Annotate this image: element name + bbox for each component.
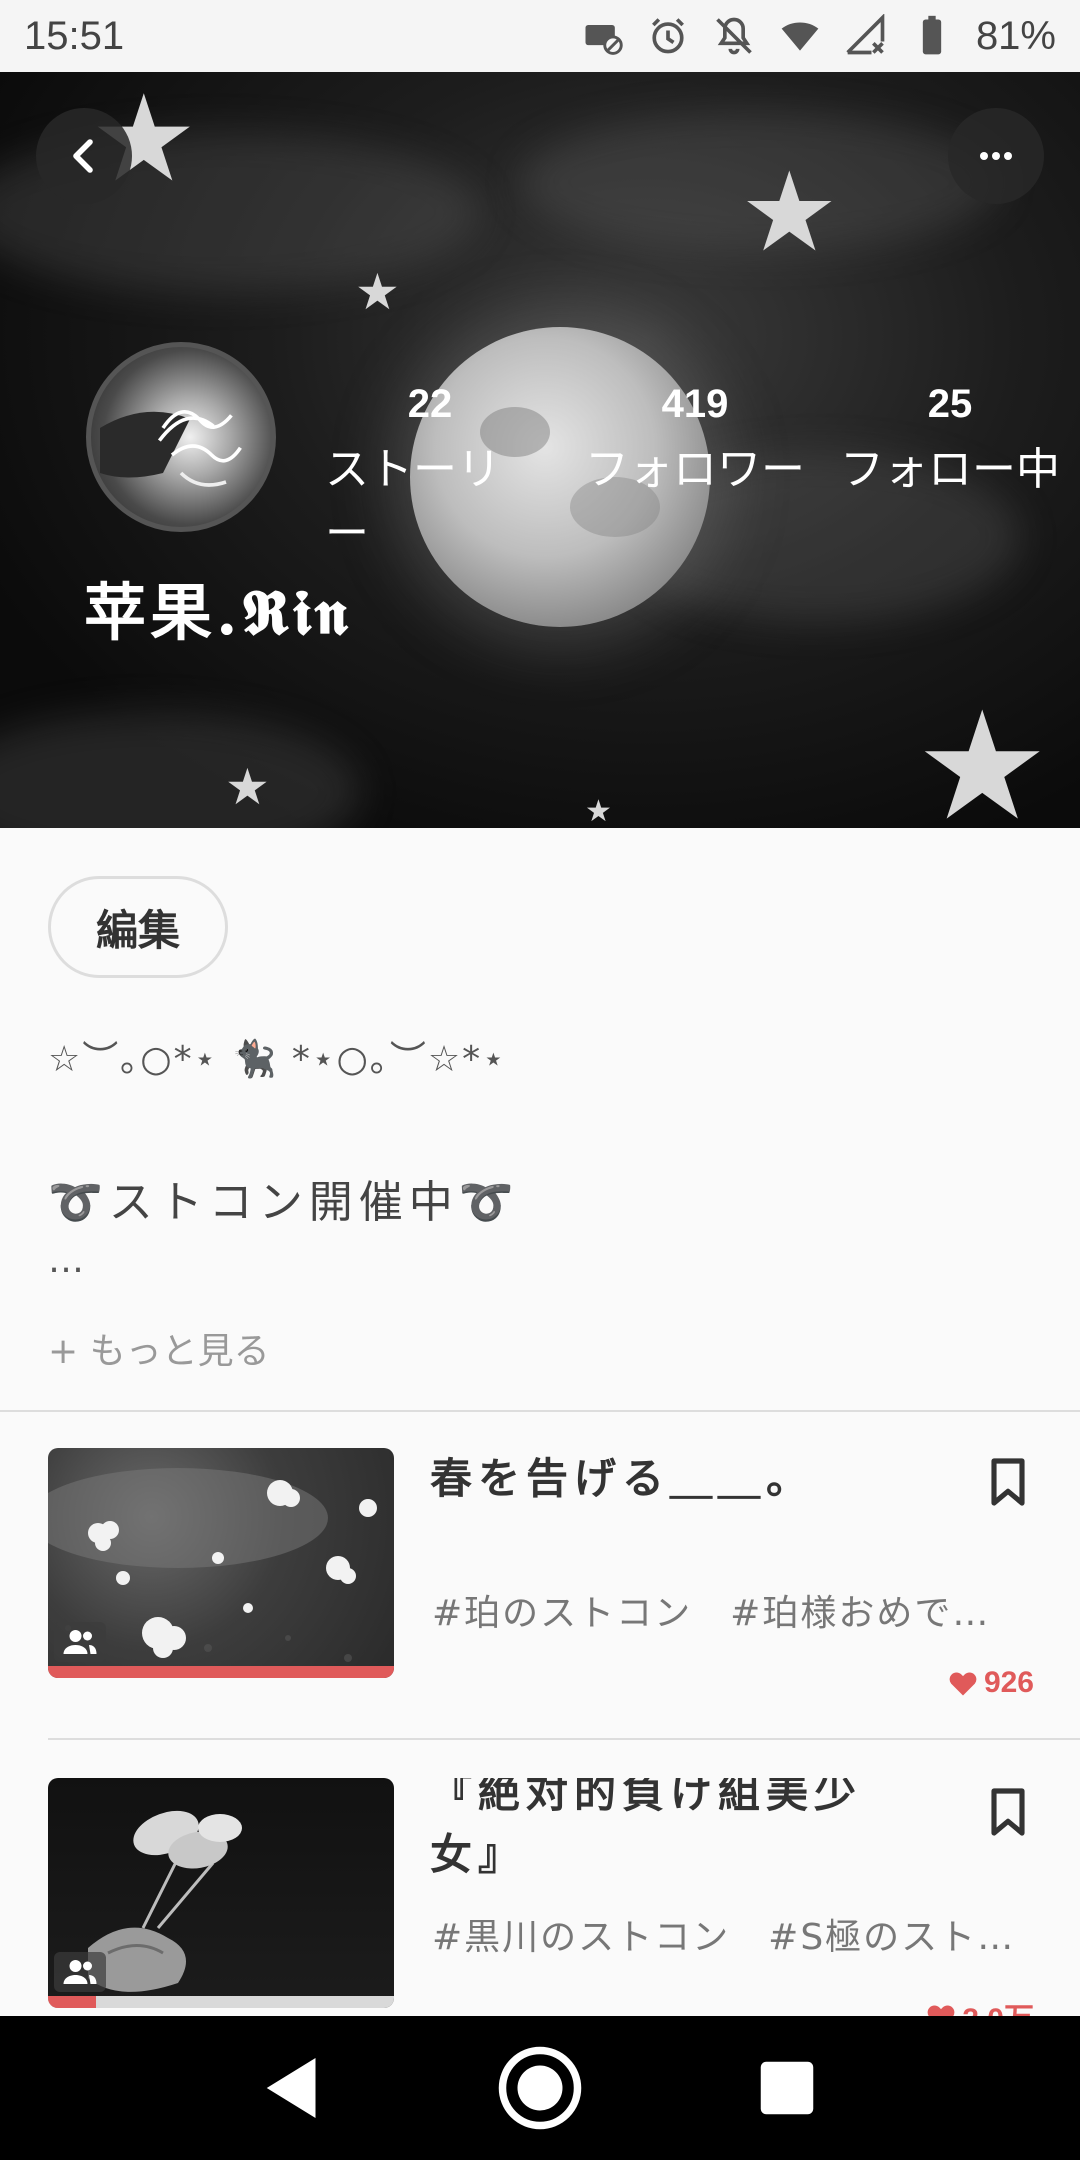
- story-thumbnail[interactable]: [48, 1448, 394, 1678]
- status-bar: 15:51 81%: [0, 0, 1080, 72]
- back-triangle-icon[interactable]: [248, 2043, 338, 2133]
- edit-profile-button[interactable]: 編集: [48, 876, 228, 978]
- read-progress-bar: [48, 1666, 394, 1678]
- star-decoration: ★: [225, 758, 270, 816]
- bookmark-icon[interactable]: [980, 1782, 1036, 1842]
- story-title[interactable]: 『絶対的負け組美少女』: [430, 1778, 930, 1886]
- cast-icon: [585, 25, 623, 55]
- status-icons: 81%: [580, 14, 1056, 59]
- recents-square-icon[interactable]: [742, 2043, 832, 2133]
- profile-username: 苹果.𝕽𝖎𝖓: [84, 576, 352, 649]
- read-progress-bar: [48, 1996, 394, 2008]
- story-thumbnail[interactable]: [48, 1778, 394, 2008]
- stat-count: 22: [407, 382, 453, 426]
- profile-cover: ★ ★ ★ ★ ★ ★ 22 ストーリー 419 フォロワー 25 フォロー中 …: [0, 72, 1080, 828]
- stat-count: 25: [927, 382, 973, 426]
- back-button[interactable]: [36, 108, 132, 204]
- avatar-image: [100, 410, 242, 487]
- chevron-left-icon: [73, 139, 93, 173]
- home-circle-icon[interactable]: [495, 2043, 585, 2133]
- bio-decoration-line: ☆︶｡○*⋆ 🐈‍⬛ *⋆○｡︶☆*⋆: [48, 1039, 507, 1080]
- story-tags[interactable]: #珀のストコン #珀様おめで…: [432, 1584, 1032, 1636]
- avatar[interactable]: [86, 342, 276, 532]
- signal-icon: [846, 14, 885, 55]
- more-horizontal-icon: [980, 152, 1012, 160]
- likes-count: 926: [948, 1666, 1034, 1700]
- bio-text: ➰ストコン開催中➰: [48, 1177, 520, 1228]
- battery-icon: [922, 15, 942, 55]
- stat-followers[interactable]: 419 フォロワー: [580, 382, 810, 497]
- likes-count: 2.0万: [926, 1994, 1034, 2016]
- story-tags[interactable]: #黒川のストコン #S極のストコン…: [432, 1908, 1032, 1960]
- star-decoration: ★: [915, 680, 1050, 828]
- notifications-off-icon: [716, 17, 752, 55]
- section-divider: [0, 1410, 1080, 1412]
- more-options-button[interactable]: [948, 108, 1044, 204]
- system-navigation-bar: [0, 2016, 1080, 2160]
- star-decoration: ★: [740, 148, 839, 276]
- likes-value: 2.0万: [962, 1994, 1034, 2016]
- stat-following[interactable]: 25 フォロー中: [835, 382, 1065, 497]
- heart-icon: [949, 1672, 977, 1696]
- section-divider: [48, 1738, 1080, 1740]
- battery-percentage: 81%: [975, 13, 1056, 58]
- status-time: 15:51: [24, 13, 125, 58]
- likes-value: 926: [983, 1666, 1034, 1699]
- stat-count: 419: [661, 382, 729, 426]
- group-icon: [54, 1622, 106, 1662]
- star-decoration: ★: [585, 794, 612, 828]
- story-item[interactable]: 春を告げる＿＿。 #珀のストコン #珀様おめで… 926: [0, 1448, 1080, 1700]
- bio-ellipsis: …: [48, 1240, 84, 1281]
- alarm-icon: [651, 18, 684, 54]
- star-decoration: ★: [355, 263, 400, 321]
- group-icon: [54, 1952, 106, 1992]
- wifi-icon: [781, 22, 819, 51]
- story-item[interactable]: 『絶対的負け組美少女』 #黒川のストコン #S極のストコン… 2.0万: [0, 1778, 1080, 2016]
- heart-icon: [927, 2005, 955, 2016]
- show-more-link[interactable]: + もっと見る: [48, 1322, 270, 1374]
- bookmark-icon[interactable]: [980, 1452, 1036, 1512]
- stat-stories[interactable]: 22 ストーリー: [325, 382, 535, 561]
- stat-label: フォロー中: [840, 444, 1060, 495]
- story-title[interactable]: 春を告げる＿＿。: [430, 1448, 930, 1510]
- stat-label: ストーリー: [325, 444, 501, 559]
- stat-label: フォロワー: [585, 444, 805, 495]
